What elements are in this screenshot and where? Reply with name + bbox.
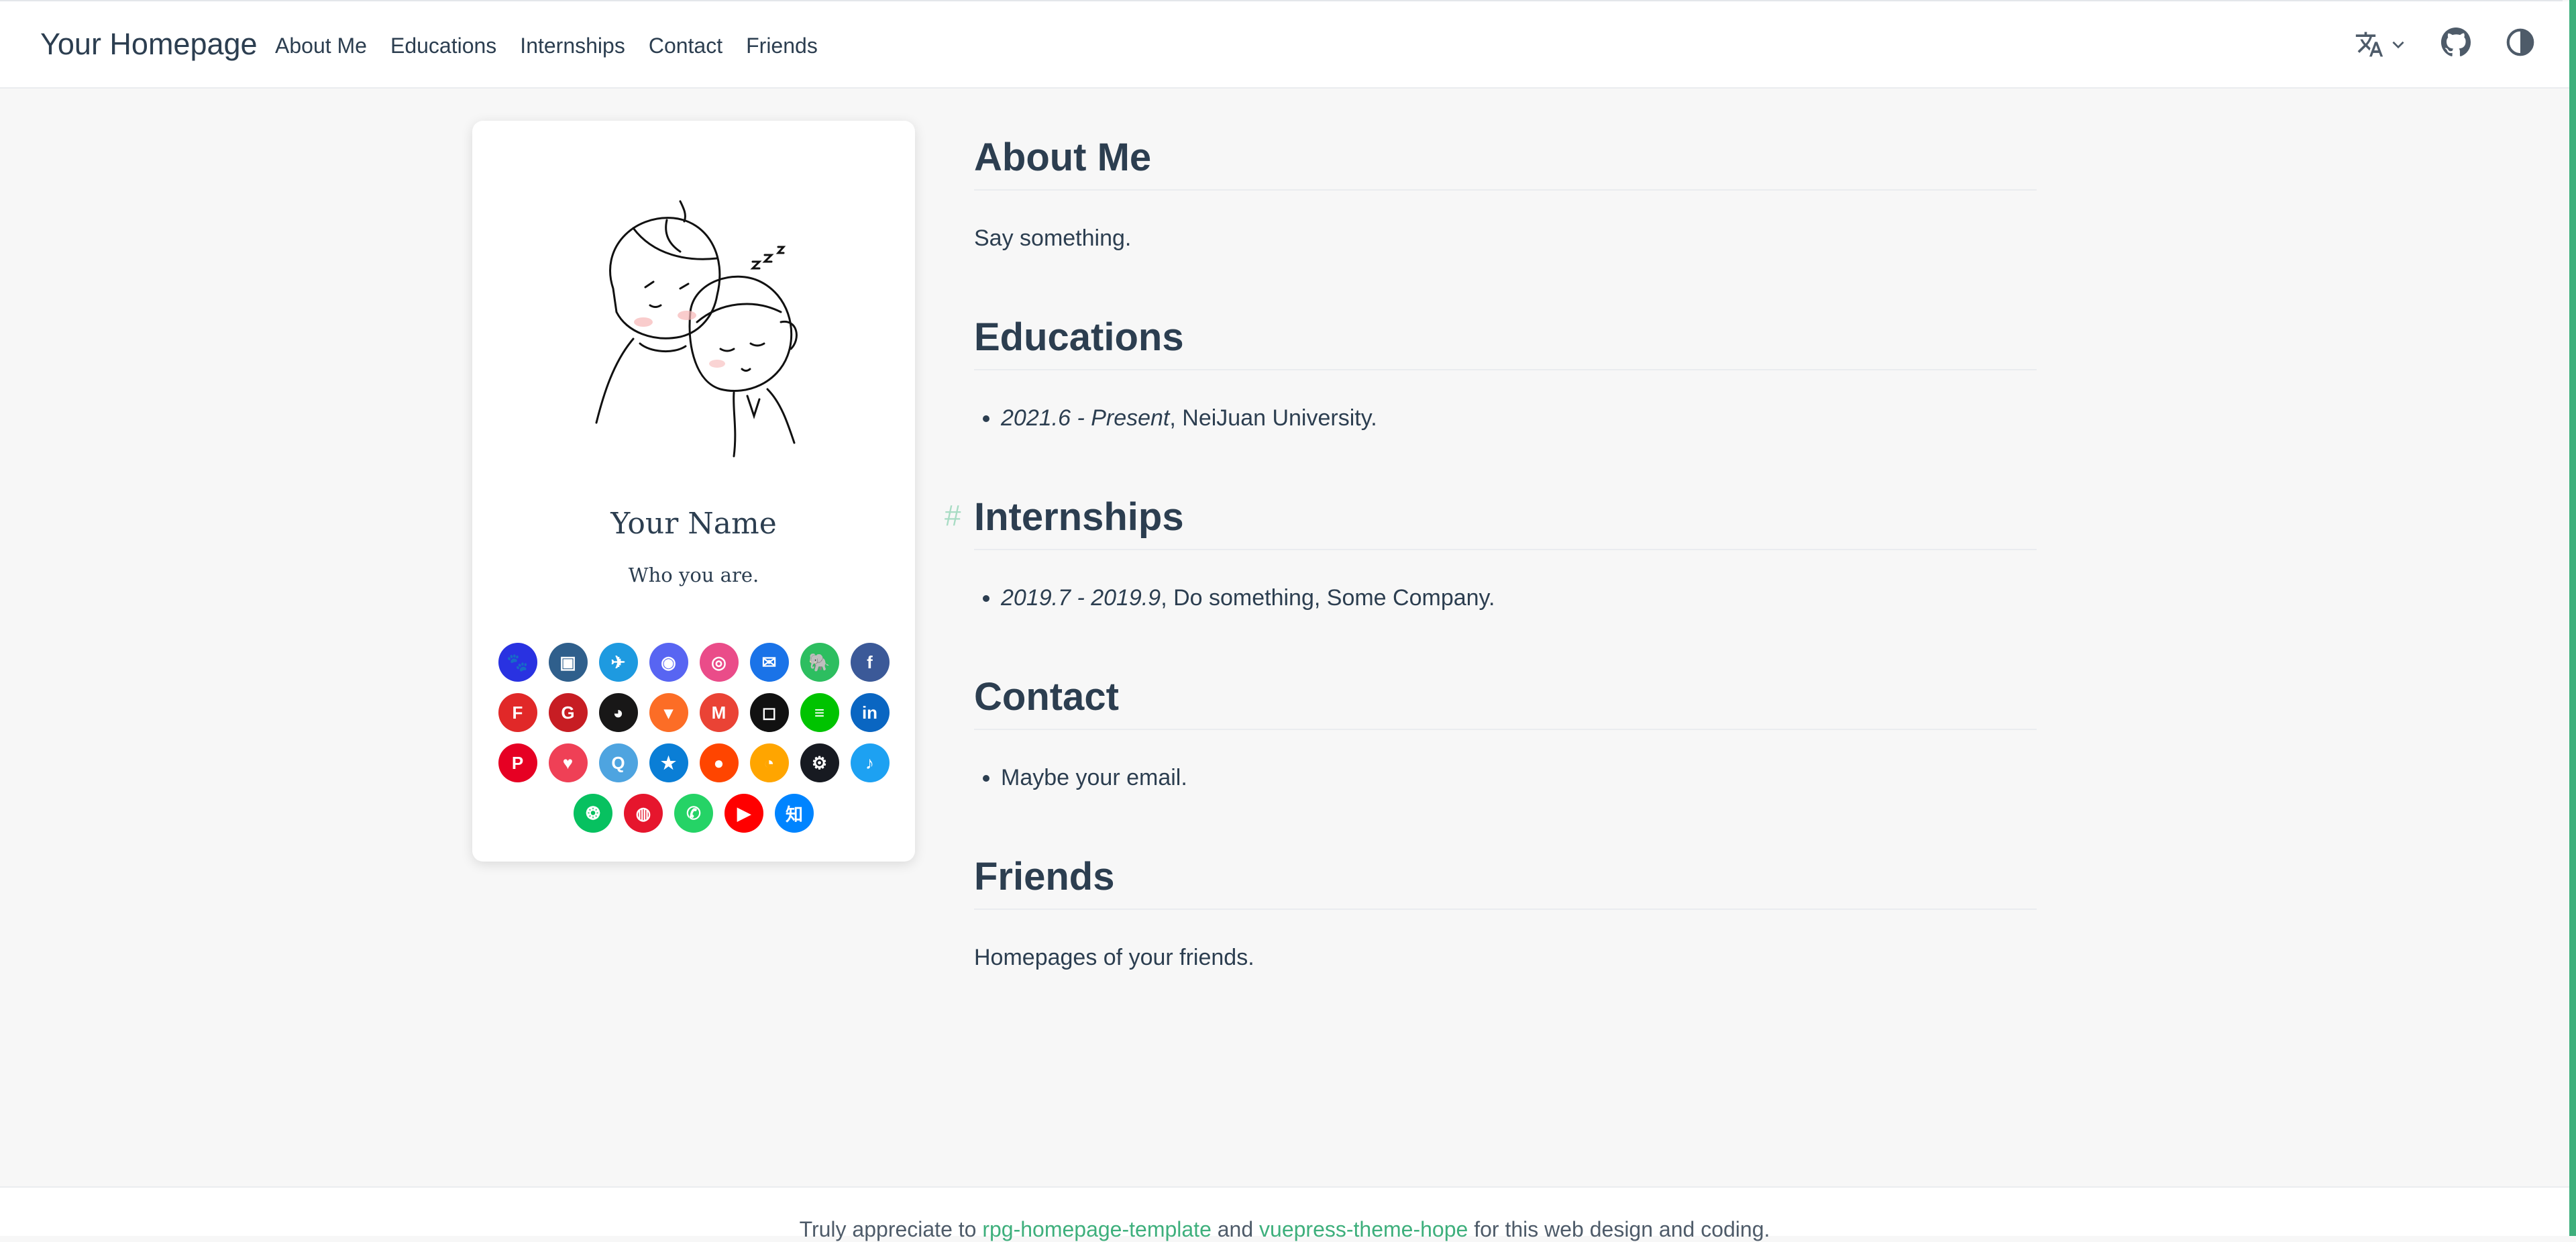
- profile-tagline: Who you are.: [628, 564, 759, 586]
- gitlab-icon[interactable]: ▾: [649, 693, 688, 732]
- footer-mid: and: [1211, 1217, 1260, 1241]
- evernote-icon[interactable]: 🐘: [800, 643, 839, 682]
- linkedin-icon[interactable]: in: [850, 693, 890, 732]
- social-row: 🐾 ▣ ✈ ◉ ◎ ✉ 🐘 f: [472, 643, 915, 682]
- steam-icon[interactable]: ⚙: [800, 743, 839, 782]
- header-anchor-link[interactable]: #: [945, 499, 961, 533]
- list-item: Maybe your email.: [1001, 765, 2037, 791]
- scroll-accent-bar: [2569, 0, 2576, 1236]
- discord-icon[interactable]: ◉: [649, 643, 688, 682]
- line-icon[interactable]: ≡: [800, 693, 839, 732]
- navbar: Your Homepage About Me Educations Intern…: [0, 1, 2569, 89]
- theme-toggle-icon[interactable]: [2505, 27, 2536, 61]
- avatar: [595, 200, 798, 458]
- github-icon[interactable]: [2440, 27, 2471, 61]
- flipboard-icon[interactable]: F: [498, 693, 537, 732]
- contact-list: Maybe your email.: [974, 765, 2037, 791]
- nav-link-contact[interactable]: Contact: [649, 34, 722, 58]
- about-text: Say something.: [974, 225, 1132, 251]
- friends-text: Homepages of your friends.: [974, 944, 1254, 970]
- whatsapp-icon[interactable]: ✆: [674, 794, 713, 833]
- nav-link-internships[interactable]: Internships: [520, 34, 625, 58]
- gitee-icon[interactable]: G: [548, 693, 588, 732]
- section-about-me: About Me Say something.: [974, 134, 2037, 314]
- rss-icon[interactable]: ◔: [749, 743, 789, 782]
- list-item: 2021.6 - Present, NeiJuan University.: [1001, 405, 2037, 431]
- facebook-icon[interactable]: f: [850, 643, 890, 682]
- internships-list: 2019.7 - 2019.9, Do something, Some Comp…: [974, 585, 2037, 611]
- footer: Truly appreciate to rpg-homepage-templat…: [0, 1186, 2569, 1241]
- qzone-icon[interactable]: ★: [649, 743, 688, 782]
- brand-title[interactable]: Your Homepage: [40, 27, 258, 62]
- section-title-internships: Internships: [974, 494, 2037, 550]
- main-content: About Me Say something. Educations 2021.…: [945, 134, 2037, 971]
- wechat-icon[interactable]: ❂: [574, 794, 612, 833]
- email-icon[interactable]: ✉: [749, 643, 789, 682]
- social-row: F G ◕ ▾ M ◻ ≡ in: [472, 693, 915, 732]
- pocket-icon[interactable]: ♥: [548, 743, 588, 782]
- section-educations: Educations 2021.6 - Present, NeiJuan Uni…: [974, 314, 2037, 494]
- section-title-contact: Contact: [974, 674, 2037, 730]
- footer-link-theme[interactable]: vuepress-theme-hope: [1259, 1217, 1468, 1241]
- instagram-icon[interactable]: ◻: [749, 693, 789, 732]
- social-row: P ♥ Q ★ ● ◔ ⚙ ♪: [472, 743, 915, 782]
- internship-date: 2019.7 - 2019.9: [1001, 584, 1161, 611]
- feishu-icon[interactable]: ✈: [598, 643, 638, 682]
- nav-actions: [2355, 27, 2536, 61]
- footer-prefix: Truly appreciate to: [799, 1217, 983, 1241]
- nav-links: About Me Educations Internships Contact …: [275, 34, 841, 58]
- education-date: 2021.6 - Present: [1001, 405, 1170, 431]
- pinterest-icon[interactable]: P: [498, 743, 537, 782]
- nav-link-about-me[interactable]: About Me: [275, 34, 367, 58]
- footer-suffix: for this web design and coding.: [1468, 1217, 1770, 1241]
- twitter-icon[interactable]: ♪: [850, 743, 890, 782]
- profile-name: Your Name: [610, 507, 777, 541]
- educations-list: 2021.6 - Present, NeiJuan University.: [974, 405, 2037, 431]
- baidu-icon[interactable]: 🐾: [498, 643, 537, 682]
- section-contact: Contact Maybe your email.: [974, 674, 2037, 853]
- qq-icon[interactable]: Q: [598, 743, 638, 782]
- education-detail: , NeiJuan University.: [1169, 405, 1377, 431]
- zhihu-icon[interactable]: 知: [775, 794, 814, 833]
- nav-link-friends[interactable]: Friends: [746, 34, 818, 58]
- youtube-icon[interactable]: ▶: [724, 794, 763, 833]
- footer-text: Truly appreciate to rpg-homepage-templat…: [0, 1217, 2569, 1242]
- social-links: 🐾 ▣ ✈ ◉ ◎ ✉ 🐘 f F G ◕ ▾ M ◻ ≡ in P ♥ Q ★ ● ◔ ⚙ ♪ ❂ ◍ ✆ ▶ 知: [472, 643, 915, 844]
- reddit-icon[interactable]: ●: [699, 743, 739, 782]
- list-item: 2019.7 - 2019.9, Do something, Some Comp…: [1001, 585, 2037, 611]
- section-title-about-me: About Me: [974, 134, 2037, 191]
- gmail-icon[interactable]: M: [699, 693, 739, 732]
- dribbble-icon[interactable]: ◎: [699, 643, 739, 682]
- section-title-educations: Educations: [974, 314, 2037, 370]
- weibo-icon[interactable]: ◍: [624, 794, 663, 833]
- social-row: ❂ ◍ ✆ ▶ 知: [472, 794, 915, 833]
- profile-card: Your Name Who you are. 🐾 ▣ ✈ ◉ ◎ ✉ 🐘 f F G ◕ ▾ M ◻ ≡ in…: [472, 121, 915, 862]
- section-title-friends: Friends: [974, 853, 2037, 910]
- internship-detail: , Do something, Some Company.: [1161, 584, 1495, 611]
- nav-link-educations[interactable]: Educations: [390, 34, 496, 58]
- section-internships: # Internships 2019.7 - 2019.9, Do someth…: [945, 494, 2037, 674]
- section-friends: Friends Homepages of your friends.: [974, 853, 2037, 971]
- chevron-down-icon: [2392, 41, 2404, 48]
- translate-icon: [2355, 32, 2383, 56]
- github-icon[interactable]: ◕: [598, 693, 638, 732]
- footer-link-template[interactable]: rpg-homepage-template: [982, 1217, 1212, 1241]
- bilibili-icon[interactable]: ▣: [548, 643, 588, 682]
- language-selector[interactable]: [2355, 30, 2407, 59]
